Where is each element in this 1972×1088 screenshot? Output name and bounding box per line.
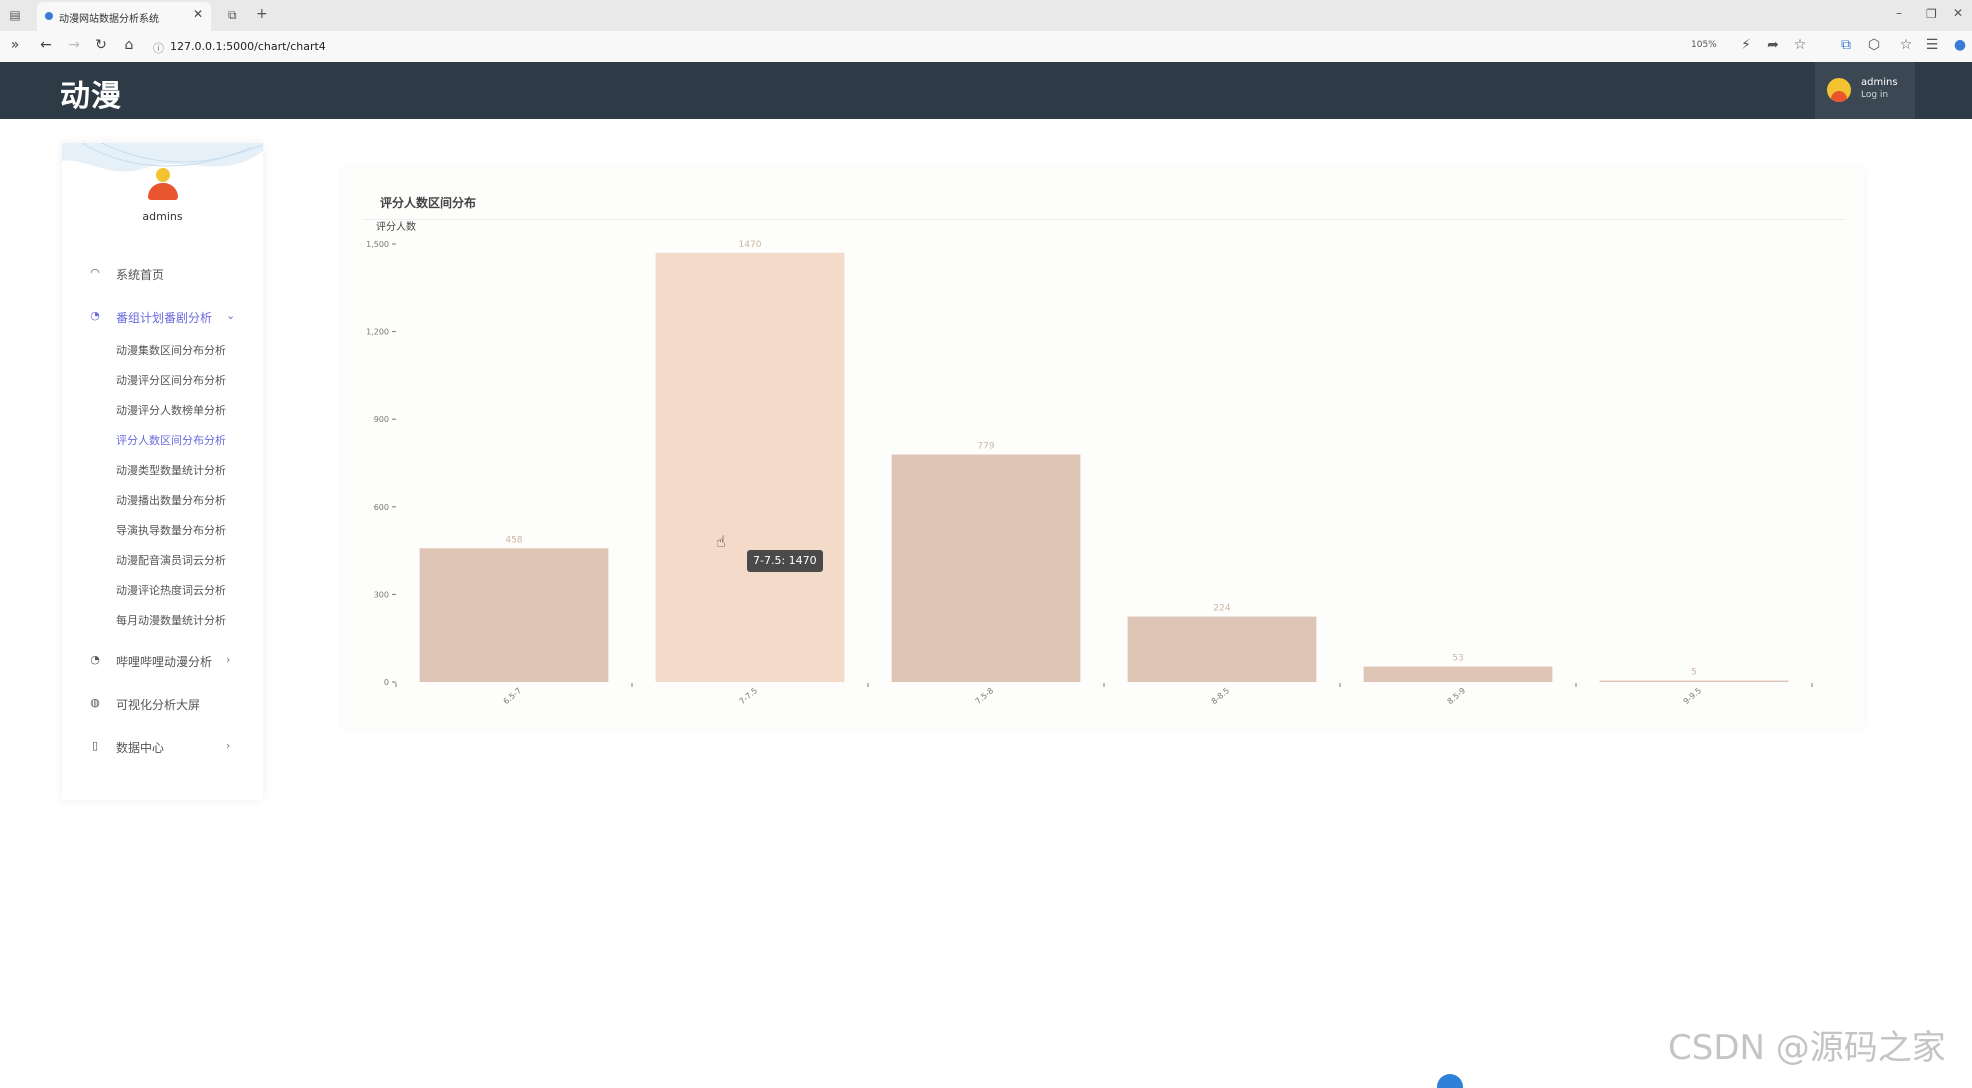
bar-8.5-9 bbox=[1363, 666, 1553, 682]
palette-icon: ◔ bbox=[90, 309, 100, 322]
url-field[interactable]: 127.0.0.1:5000/chart/chart4 bbox=[170, 40, 326, 53]
menu-item-data-center[interactable]: ▯ 数据中心 › bbox=[62, 734, 263, 758]
y-tick-label: 600 bbox=[374, 503, 389, 512]
submenu-item[interactable]: 动漫评论热度词云分析 bbox=[116, 582, 226, 598]
expand-icon[interactable]: » bbox=[5, 37, 25, 53]
reload-icon[interactable]: ↻ bbox=[91, 37, 111, 53]
menu-item-label: 系统首页 bbox=[116, 268, 165, 282]
bar-value-label: 53 bbox=[1452, 654, 1463, 664]
y-tick-label: 0 bbox=[384, 678, 389, 687]
menu-item-label: 可视化分析大屏 bbox=[116, 698, 201, 712]
chevron-right-icon: › bbox=[226, 739, 231, 752]
bar-6.5-7 bbox=[419, 548, 609, 682]
menu-item-bilibili-analysis[interactable]: ◔ 哔哩哔哩动漫分析 › bbox=[62, 648, 263, 672]
menu-item-label: 哔哩哔哩动漫分析 bbox=[116, 655, 213, 669]
chart-tooltip: 7-7.5: 1470 bbox=[747, 550, 823, 572]
home-icon[interactable]: ⌂ bbox=[119, 37, 139, 53]
header-user-action: Log in bbox=[1861, 90, 1889, 100]
x-tick-label: 7.5-8 bbox=[974, 686, 996, 706]
bar-7-7.5 bbox=[655, 252, 845, 682]
submenu-item[interactable]: 每月动漫数量统计分析 bbox=[116, 612, 226, 628]
bar-chart: 评分人数 0 300 600 900 1,200 1,500 458 6.5-7 1470 7-7.… bbox=[366, 220, 1813, 706]
submenu-item[interactable]: 动漫集数区间分布分析 bbox=[116, 342, 226, 358]
bar-value-label: 224 bbox=[1213, 604, 1230, 614]
menu-item-home[interactable]: ◠ 系统首页 bbox=[62, 261, 263, 285]
mouse-cursor-icon: ☝ bbox=[716, 532, 726, 551]
sidebar-user-name: admins bbox=[142, 210, 183, 223]
menu-item-visual-screen[interactable]: ◍ 可视化分析大屏 bbox=[62, 691, 263, 715]
y-tick-label: 900 bbox=[374, 415, 389, 424]
globe-icon: ◍ bbox=[90, 696, 100, 709]
browser-tab[interactable]: 动漫网站数据分析系统 ✕ bbox=[37, 2, 211, 31]
bar-8-8.5 bbox=[1127, 616, 1317, 682]
zoom-indicator[interactable]: 105% bbox=[1691, 40, 1717, 50]
submenu-item[interactable]: 动漫类型数量统计分析 bbox=[116, 462, 226, 478]
menu-icon[interactable]: ☰ bbox=[1922, 37, 1942, 53]
submenu-item[interactable]: 动漫播出数量分布分析 bbox=[116, 492, 226, 508]
x-tick-label: 8.5-9 bbox=[1446, 686, 1468, 706]
document-icon: ▯ bbox=[91, 739, 99, 752]
window-close-icon[interactable]: ✕ bbox=[1953, 6, 1963, 20]
extensions-icon[interactable]: ⬡ bbox=[1864, 37, 1884, 53]
header-user-name: admins bbox=[1861, 77, 1898, 88]
submenu-item[interactable]: 动漫评分人数榜单分析 bbox=[116, 402, 226, 418]
submenu-item[interactable]: 动漫配音演员词云分析 bbox=[116, 552, 226, 568]
tab-title: 动漫网站数据分析系统 bbox=[59, 14, 159, 25]
bar-7.5-8 bbox=[891, 454, 1081, 682]
chart-card: 评分人数区间分布 评分人数 0 300 600 900 1,200 1,500 458 6.5-… bbox=[342, 167, 1864, 727]
tab-close-icon[interactable]: ✕ bbox=[193, 7, 203, 21]
back-icon[interactable]: ← bbox=[36, 37, 56, 53]
bar-value-label: 1470 bbox=[739, 240, 762, 250]
share-icon[interactable]: ➦ bbox=[1763, 37, 1783, 53]
address-bar: » ← → ↻ ⌂ ⓘ 127.0.0.1:5000/chart/chart4 … bbox=[0, 31, 1972, 63]
site-info-icon[interactable]: ⓘ bbox=[153, 40, 164, 56]
x-tick-label: 6.5-7 bbox=[502, 686, 524, 706]
x-tick-label: 9-9.5 bbox=[1682, 686, 1704, 706]
lightning-icon[interactable]: ⚡ bbox=[1736, 37, 1756, 53]
dashboard-icon: ◠ bbox=[90, 266, 100, 279]
menu-item-label: 数据中心 bbox=[116, 741, 165, 755]
app-header: 动漫 admins Log in bbox=[0, 62, 1972, 119]
watermark: CSDN @源码之家 bbox=[1668, 1028, 1946, 1068]
y-tick-label: 300 bbox=[374, 590, 389, 599]
submenu-item[interactable]: 动漫评分区间分布分析 bbox=[116, 372, 226, 388]
bar-value-label: 458 bbox=[505, 535, 522, 545]
user-avatar-icon bbox=[1827, 78, 1851, 102]
sidebar: admins ◠ 系统首页 ◔ 番组计划番剧分析 ⌄ 动漫集数区间分布分析 动漫… bbox=[62, 143, 263, 800]
palette-icon: ◔ bbox=[90, 653, 100, 666]
forward-icon[interactable]: → bbox=[64, 37, 84, 53]
app-logo[interactable]: 动漫 bbox=[60, 71, 122, 115]
y-axis-title: 评分人数 bbox=[376, 220, 416, 233]
header-user-menu[interactable]: admins Log in bbox=[1815, 62, 1915, 119]
sidebar-avatar-icon bbox=[148, 168, 178, 200]
chevron-down-icon: ⌄ bbox=[226, 309, 236, 322]
y-tick-label: 1,200 bbox=[366, 328, 389, 337]
floating-widget-icon[interactable] bbox=[1437, 1074, 1463, 1088]
bar-value-label: 779 bbox=[977, 442, 994, 452]
restore-icon[interactable]: ❐ bbox=[1926, 7, 1937, 21]
tab-favicon-icon bbox=[45, 12, 53, 20]
menu-item-label: 番组计划番剧分析 bbox=[116, 311, 213, 325]
new-tab-icon[interactable]: + bbox=[256, 6, 268, 22]
x-tick-label: 7-7.5 bbox=[738, 686, 760, 706]
bar-value-label: 5 bbox=[1691, 668, 1697, 678]
chevron-right-icon: › bbox=[226, 653, 231, 666]
translate-icon[interactable]: ⧉ bbox=[1836, 37, 1856, 53]
favorites-icon[interactable]: ☆ bbox=[1896, 37, 1916, 53]
bar-9-9.5 bbox=[1599, 680, 1789, 682]
submenu-item-active[interactable]: 评分人数区间分布分析 bbox=[116, 432, 226, 448]
sidebar-toggle-icon[interactable]: ▤ bbox=[4, 4, 26, 26]
browser-tab-bar: ▤ 动漫网站数据分析系统 ✕ ⧉ + – ❐ ✕ bbox=[0, 0, 1972, 31]
bookmark-star-icon[interactable]: ☆ bbox=[1790, 37, 1810, 53]
y-tick-label: 1,500 bbox=[366, 240, 389, 249]
tab-group-icon[interactable]: ⧉ bbox=[228, 8, 237, 23]
minimize-icon[interactable]: – bbox=[1896, 6, 1902, 20]
menu-item-bangumi-analysis[interactable]: ◔ 番组计划番剧分析 ⌄ bbox=[62, 304, 263, 328]
profile-icon[interactable]: ● bbox=[1950, 37, 1970, 53]
x-tick-label: 8-8.5 bbox=[1210, 686, 1232, 706]
submenu-item[interactable]: 导演执导数量分布分析 bbox=[116, 522, 226, 538]
